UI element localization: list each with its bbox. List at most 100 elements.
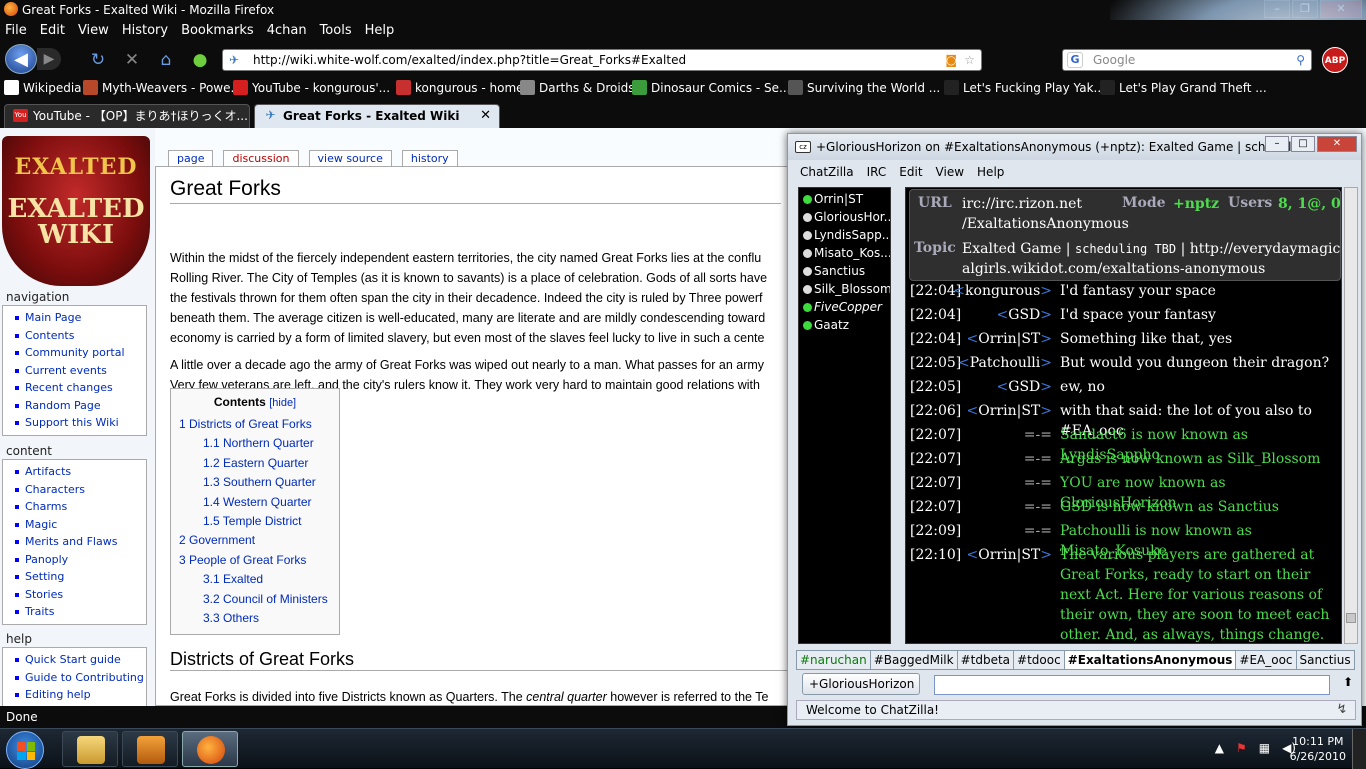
bookmark-item[interactable]: Myth-Weavers - Powe... xyxy=(83,80,242,95)
reload-icon[interactable]: ↻ xyxy=(88,50,108,70)
multiline-toggle-icon[interactable]: ⬆ xyxy=(1342,675,1354,693)
menu-help[interactable]: Help xyxy=(365,20,395,42)
bookmark-item[interactable]: Darths & Droids xyxy=(520,80,635,95)
tab-discussion[interactable]: discussion xyxy=(223,150,299,166)
message-nick[interactable]: =-= xyxy=(1024,473,1052,493)
clock[interactable]: 10:11 PM 6/26/2010 xyxy=(1290,734,1346,764)
bookmark-item[interactable]: kongurous - home xyxy=(396,80,524,95)
stop-icon[interactable]: ✕ xyxy=(122,50,142,70)
sidebar-link-support-this-wiki[interactable]: Support this Wiki xyxy=(15,414,146,432)
user-list-item[interactable]: FiveCopper xyxy=(799,298,890,316)
channel-tab-sanctius[interactable]: Sanctius xyxy=(1295,650,1355,670)
message-nick[interactable]: =-= xyxy=(1024,497,1052,517)
tab-great-forks[interactable]: ✈ Great Forks - Exalted Wiki ✕ xyxy=(254,104,500,128)
taskbar-explorer[interactable] xyxy=(62,731,118,767)
cz-minimize-button[interactable]: – xyxy=(1265,136,1289,152)
message-nick[interactable]: =-= xyxy=(1024,449,1052,469)
menu-tools[interactable]: Tools xyxy=(320,20,352,42)
sidebar-link-stories[interactable]: Stories xyxy=(15,586,146,604)
toc-item[interactable]: 1.1 Northern Quarter xyxy=(179,434,331,453)
toc-item[interactable]: 1.4 Western Quarter xyxy=(179,493,331,512)
sidebar-link-charms[interactable]: Charms xyxy=(15,498,146,516)
sidebar-link-random-page[interactable]: Random Page xyxy=(15,397,146,415)
menu-history[interactable]: History xyxy=(122,20,168,42)
url-bar[interactable]: ✈ http://wiki.white-wolf.com/exalted/ind… xyxy=(222,49,982,71)
bookmark-item[interactable]: Dinosaur Comics - Se... xyxy=(632,80,790,95)
user-list-item[interactable]: LyndisSapp... xyxy=(799,226,890,244)
message-nick[interactable]: <GSD> xyxy=(997,377,1052,397)
toc-item[interactable]: 3.3 Others xyxy=(179,609,331,628)
sidebar-link-current-events[interactable]: Current events xyxy=(15,362,146,380)
scroll-thumb[interactable] xyxy=(1346,613,1356,623)
show-hidden-icons[interactable]: ▲ xyxy=(1215,741,1224,755)
sidebar-link-traits[interactable]: Traits xyxy=(15,603,146,621)
sidebar-link-artifacts[interactable]: Artifacts xyxy=(15,463,146,481)
topic-url[interactable]: http://everydaymagic xyxy=(1190,241,1341,257)
search-bar[interactable]: G Google ⚲ xyxy=(1062,49,1312,71)
tab-page[interactable]: page xyxy=(168,150,214,167)
action-center-icon[interactable]: ⚑ xyxy=(1236,741,1247,755)
toc-item[interactable]: 1 Districts of Great Forks xyxy=(179,415,331,434)
forward-button[interactable]: ▶ xyxy=(37,48,61,70)
toc-item[interactable]: 3.2 Council of Ministers xyxy=(179,590,331,609)
channel-tab-exaltationsanonymous[interactable]: #ExaltationsAnonymous xyxy=(1063,650,1237,670)
message-nick[interactable]: <Orrin|ST> xyxy=(967,545,1052,565)
message-nick[interactable]: <Patchoulli> xyxy=(958,353,1052,373)
user-list-item[interactable]: Gaatz xyxy=(799,316,890,334)
message-nick[interactable]: =-= xyxy=(1024,425,1052,445)
channel-tab-tdooc[interactable]: #tdooc xyxy=(1013,650,1065,670)
channel-tab-ea_ooc[interactable]: #EA_ooc xyxy=(1235,650,1297,670)
toc-item[interactable]: 1.2 Eastern Quarter xyxy=(179,454,331,473)
sidebar-link-community-portal[interactable]: Community portal xyxy=(15,344,146,362)
channel-tab-tdbeta[interactable]: #tdbeta xyxy=(956,650,1015,670)
taskbar-firefox[interactable] xyxy=(182,731,238,767)
sidebar-link-panoply[interactable]: Panoply xyxy=(15,551,146,569)
sidebar-link-setting[interactable]: Setting xyxy=(15,568,146,586)
adblock-icon[interactable]: ABP xyxy=(1322,47,1348,73)
back-button[interactable]: ◀ xyxy=(5,44,37,74)
google-icon[interactable]: G xyxy=(1067,52,1083,68)
start-button[interactable] xyxy=(6,731,44,769)
tab-youtube[interactable]: You YouTube - 【OP】まりあ†ほりっくオ... xyxy=(4,104,250,128)
user-list-item[interactable]: Sanctius xyxy=(799,262,890,280)
wiki-logo[interactable]: EXALTED EXALTED WIKI xyxy=(2,136,150,286)
bookmark-item[interactable]: YouTube - kongurous'... xyxy=(233,80,390,95)
message-nick[interactable]: <GSD> xyxy=(997,305,1052,325)
home-icon[interactable]: ⌂ xyxy=(156,50,176,70)
cz-menu-view[interactable]: View xyxy=(936,165,964,179)
cz-menu-irc[interactable]: IRC xyxy=(867,165,887,179)
url-value-1[interactable]: irc://irc.rizon.net xyxy=(962,194,1082,214)
sidebar-link-guide-to-contributing[interactable]: Guide to Contributing xyxy=(15,669,146,687)
sidebar-link-merits-and-flaws[interactable]: Merits and Flaws xyxy=(15,533,146,551)
close-tab-icon[interactable]: ✕ xyxy=(480,105,491,127)
cz-maximize-button[interactable]: □ xyxy=(1291,136,1315,152)
user-list-item[interactable]: Silk_Blossom xyxy=(799,280,890,298)
bookmark-item[interactable]: Surviving the World ... xyxy=(788,80,940,95)
toc-item[interactable]: 1.3 Southern Quarter xyxy=(179,473,331,492)
menu-bookmarks[interactable]: Bookmarks xyxy=(181,20,254,42)
nickname-button[interactable]: +GloriousHorizon ▾ xyxy=(802,673,920,711)
rss-icon[interactable]: ◙ xyxy=(945,50,957,70)
chat-scrollbar[interactable] xyxy=(1344,187,1358,644)
bookmark-item[interactable]: Let's Fucking Play Yak... xyxy=(944,80,1105,95)
menu-4chan[interactable]: 4chan xyxy=(267,20,307,42)
topic-url-2[interactable]: algirls.wikidot.com/exaltations-anonymou… xyxy=(962,259,1265,279)
cz-menu-edit[interactable]: Edit xyxy=(899,165,922,179)
cz-close-button[interactable]: ✕ xyxy=(1317,136,1357,152)
cz-menu-help[interactable]: Help xyxy=(977,165,1004,179)
addon-icon[interactable]: ● xyxy=(190,50,210,70)
bookmark-star-icon[interactable]: ☆ xyxy=(964,50,975,70)
menu-file[interactable]: File xyxy=(5,20,27,42)
show-desktop-button[interactable] xyxy=(1352,729,1366,769)
menu-edit[interactable]: Edit xyxy=(40,20,65,42)
message-nick[interactable]: <kongurous> xyxy=(953,281,1052,301)
sidebar-link-editing-help[interactable]: Editing help xyxy=(15,686,146,704)
toc-item[interactable]: 3.1 Exalted xyxy=(179,570,331,589)
bookmark-item[interactable]: Let's Play Grand Theft ... xyxy=(1100,80,1267,95)
tab-view-source[interactable]: view source xyxy=(308,150,392,166)
sidebar-link-magic[interactable]: Magic xyxy=(15,516,146,534)
sidebar-link-recent-changes[interactable]: Recent changes xyxy=(15,379,146,397)
cz-menu-chatzilla[interactable]: ChatZilla xyxy=(800,165,854,179)
toc-item[interactable]: 2 Government xyxy=(179,531,331,550)
bookmark-item[interactable]: Wikipedia xyxy=(4,80,82,95)
